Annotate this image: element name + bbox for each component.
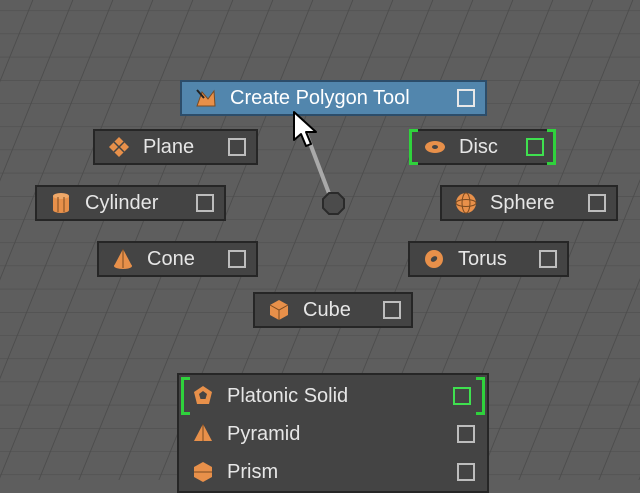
polygon-primitives-submenu: Platonic Solid Pyramid Prism [177,373,489,493]
disc-item[interactable]: Disc [409,129,556,165]
cone-option-box[interactable] [228,250,246,268]
prism-icon [194,462,212,482]
platonic-solid-label: Platonic Solid [227,384,349,407]
cone-icon [114,249,132,269]
platonic-solid-item[interactable]: Platonic Solid [179,377,487,415]
create-polygon-tool-item[interactable]: Create Polygon Tool [180,80,487,116]
create-polygon-tool-label: Create Polygon Tool [230,86,410,109]
cylinder-item[interactable]: Cylinder [35,185,226,221]
plane-option-box[interactable] [228,138,246,156]
cylinder-option-box[interactable] [196,194,214,212]
disc-option-box[interactable] [526,138,544,156]
sphere-option-box[interactable] [588,194,606,212]
cube-option-box[interactable] [383,301,401,319]
mouse-cursor-icon [293,111,317,147]
pyramid-item[interactable]: Pyramid [179,415,487,453]
sphere-icon [455,192,477,214]
pyramid-label: Pyramid [227,422,301,445]
cylinder-icon [53,193,69,213]
prism-option-box[interactable] [457,463,475,481]
selection-bracket-left [181,377,190,415]
plane-icon [109,137,129,157]
selection-bracket-left [409,129,418,165]
prism-label: Prism [227,460,279,483]
prism-item[interactable]: Prism [179,453,487,491]
plane-label: Plane [143,135,195,158]
pyramid-option-box[interactable] [457,425,475,443]
selection-bracket-right [547,129,556,165]
cone-item[interactable]: Cone [97,241,258,277]
cylinder-label: Cylinder [85,191,159,214]
cube-label: Cube [303,298,351,321]
torus-icon [425,250,443,268]
create-polygon-tool-option-box[interactable] [457,89,475,107]
menu-center-marker [322,192,345,215]
torus-label: Torus [458,247,507,270]
platonic-solid-icon [194,386,212,404]
selection-bracket-right [476,377,485,415]
cone-label: Cone [147,247,195,270]
sphere-item[interactable]: Sphere [440,185,618,221]
pyramid-icon [194,424,212,441]
torus-item[interactable]: Torus [408,241,569,277]
cube-item[interactable]: Cube [253,292,413,328]
torus-option-box[interactable] [539,250,557,268]
disc-icon [425,141,445,153]
disc-label: Disc [459,135,498,158]
plane-item[interactable]: Plane [93,129,258,165]
platonic-solid-option-box[interactable] [453,387,471,405]
cube-icon [269,300,289,320]
create-polygon-tool-icon [196,89,216,107]
sphere-label: Sphere [490,191,555,214]
